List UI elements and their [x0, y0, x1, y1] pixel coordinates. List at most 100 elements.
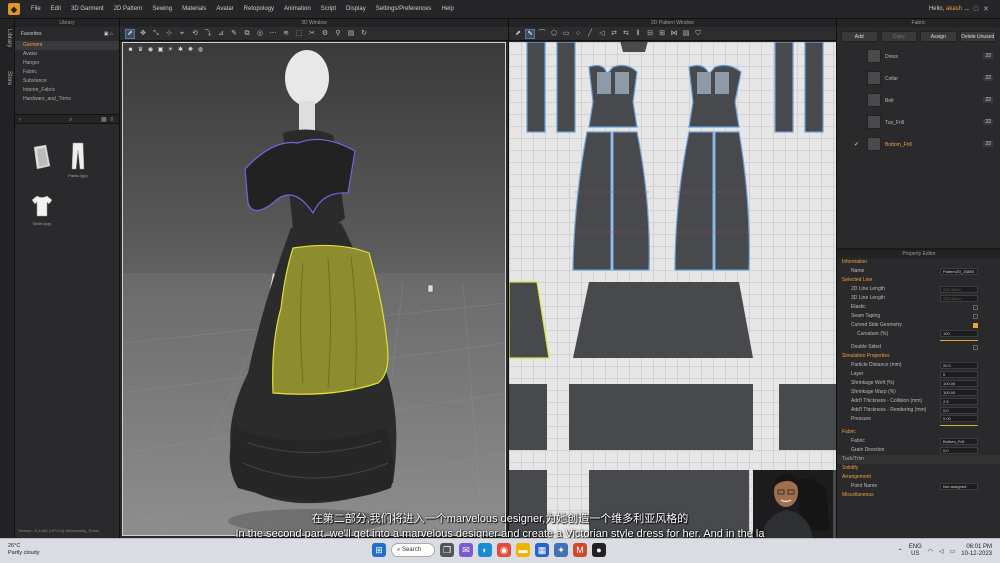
library-item-fabric[interactable]: Fabric	[15, 68, 119, 77]
move-icon[interactable]: ✥	[139, 30, 147, 38]
edge-browser-icon[interactable]: ◐	[478, 543, 492, 557]
folder-add-icon[interactable]: ▣ ⌂	[104, 31, 113, 37]
section-solidify[interactable]: Solidify	[837, 464, 1000, 473]
internal-line-icon[interactable]: ╱	[586, 30, 594, 38]
library-thumb-pants[interactable]: Pants (Ipp)	[63, 142, 93, 178]
library-thumb-tshirt[interactable]: Tshirt (Ipp)	[27, 194, 57, 226]
menu-sewing[interactable]: Sewing	[152, 6, 172, 12]
menu-file[interactable]: File	[31, 6, 41, 12]
pressure-field[interactable]: 0.00	[940, 415, 978, 422]
trim-icon[interactable]: ✂	[308, 30, 316, 38]
graphic-icon[interactable]: ⬚	[295, 30, 303, 38]
binding-icon[interactable]: ⋈	[670, 30, 678, 38]
menu-retopology[interactable]: Retopology	[244, 6, 274, 12]
library-item-hanger[interactable]: Hanger	[15, 59, 119, 68]
particle-field[interactable]: 20.0	[940, 362, 978, 369]
light-icon[interactable]: ☀	[167, 47, 174, 54]
fabric-item[interactable]: Dress 22	[840, 46, 997, 67]
render-icon[interactable]: ◍	[197, 47, 204, 54]
garment-visibility-icon[interactable]: ♛	[137, 47, 144, 54]
search-icon[interactable]: ⌕	[69, 117, 75, 123]
clock[interactable]: 06:01 PM 10-12-2023	[961, 544, 992, 558]
fabric-item[interactable]: Tux_Frill 22	[840, 112, 997, 133]
section-miscellaneous[interactable]: Miscellaneous	[837, 491, 1000, 500]
fabric-item[interactable]: Collar 22	[840, 68, 997, 89]
library-item-substance[interactable]: Substance	[15, 77, 119, 86]
avatar-visibility-icon[interactable]: ☻	[127, 47, 134, 54]
section-simulation[interactable]: Simulation Properties	[837, 352, 1000, 361]
shrink-weft-field[interactable]: 100.00	[940, 380, 978, 387]
texture-toggle-icon[interactable]: ▣	[157, 47, 164, 54]
library-item-hardware[interactable]: Hardware_and_Trims	[15, 95, 119, 104]
thickness-rendering-field[interactable]: 0.0	[940, 407, 978, 414]
measure-icon[interactable]: ⊿	[217, 30, 225, 38]
dart-icon[interactable]: ◁	[598, 30, 606, 38]
simulation-icon[interactable]: ↻	[360, 30, 368, 38]
menu-animation[interactable]: Animation	[284, 6, 311, 12]
grain-field[interactable]: 0.0	[940, 447, 978, 454]
segment-sewing-icon[interactable]: ⇄	[610, 30, 618, 38]
double-sided-checkbox[interactable]	[973, 345, 978, 350]
pin-icon[interactable]: ⌖	[178, 30, 186, 38]
layer-field[interactable]: 0	[940, 371, 978, 378]
circle-icon[interactable]: ○	[574, 30, 582, 38]
sun-icon[interactable]: ✺	[187, 47, 194, 54]
point-name-select[interactable]: Not assigned	[940, 483, 978, 490]
shirt-pattern-icon[interactable]: ⛉	[694, 30, 702, 38]
hardware-icon[interactable]: ⚙	[321, 30, 329, 38]
edit-curvature-icon[interactable]: ⌒	[538, 30, 546, 38]
seam-taping-checkbox[interactable]	[973, 314, 978, 319]
polygon-icon[interactable]: ⬠	[550, 30, 558, 38]
menu-3d-garment[interactable]: 3D Garment	[71, 6, 104, 12]
line-2d-field[interactable]: 235.32cm	[940, 286, 978, 293]
menu-script[interactable]: Script	[321, 6, 336, 12]
menu-2d-pattern[interactable]: 2D Pattern	[114, 6, 143, 12]
curvature-slider[interactable]	[940, 340, 978, 341]
library-thumb-folder[interactable]	[27, 144, 57, 173]
library-item-avatar[interactable]: Avatar	[15, 50, 119, 59]
sew-icon[interactable]: ⤵	[204, 30, 212, 38]
2d-viewport[interactable]	[509, 42, 837, 538]
seam-allowance-icon[interactable]: ⊞	[658, 30, 666, 38]
menu-help[interactable]: Help	[441, 6, 453, 12]
back-arrow-icon[interactable]: ‹	[19, 117, 25, 123]
pleat-icon[interactable]: ⫴	[634, 30, 642, 38]
menu-edit[interactable]: Edit	[51, 6, 61, 12]
menu-display[interactable]: Display	[346, 6, 366, 12]
list-view-icon[interactable]: ≡	[110, 117, 116, 123]
menu-materials[interactable]: Materials	[182, 6, 206, 12]
rectangle-icon[interactable]: ▭	[562, 30, 570, 38]
fold-icon[interactable]: ⟲	[191, 30, 199, 38]
button-icon[interactable]: ◎	[256, 30, 264, 38]
delete-unused-button[interactable]: Delete Unused	[959, 31, 996, 42]
brush-icon[interactable]: ✎	[230, 30, 238, 38]
thickness-collision-field[interactable]: 2.5	[940, 398, 978, 405]
3d-viewport[interactable]: ☻ ♛ ◉ ▣ ☀ ✱ ✺ ◍	[122, 42, 506, 536]
section-tuck-trim[interactable]: Tuck/Trim	[837, 455, 1000, 464]
fabric-select[interactable]: Bottom_Frill	[940, 438, 978, 445]
tab-store[interactable]: Store	[6, 71, 12, 85]
line-3d-field[interactable]: 235.32cm	[940, 295, 978, 302]
fold-arrangement-icon[interactable]: ⊟	[646, 30, 654, 38]
speaker-icon[interactable]: ◁	[939, 548, 944, 555]
zipper-icon[interactable]: ⧉	[243, 30, 251, 38]
marvelous-designer-icon[interactable]: M	[573, 543, 587, 557]
free-sewing-icon[interactable]: ⇆	[622, 30, 630, 38]
camera-icon[interactable]: ◉	[147, 47, 154, 54]
fabric-item[interactable]: Belt 22	[840, 90, 997, 111]
fabric-item-selected[interactable]: ✔ Bottom_Frill 22	[840, 134, 997, 155]
pressure-slider[interactable]	[940, 425, 978, 426]
copy-fabric-button[interactable]: Copy	[880, 31, 917, 42]
library-item-interior-fabric[interactable]: Interior_Fabric	[15, 86, 119, 95]
section-information[interactable]: Information	[837, 258, 1000, 267]
avatar-measure-icon[interactable]: ⚲	[334, 30, 342, 38]
curved-fold-checkbox[interactable]	[973, 323, 978, 328]
menu-avatar[interactable]: Avatar	[216, 6, 233, 12]
add-fabric-button[interactable]: Add	[841, 31, 878, 42]
library-item-garment[interactable]: Garment	[15, 41, 119, 50]
edit-pattern-icon[interactable]: ⬉	[525, 28, 535, 39]
section-fabric[interactable]: Fabric	[837, 428, 1000, 437]
topstitch-icon[interactable]: ⋯	[269, 30, 277, 38]
texture-edit-icon[interactable]: ▤	[682, 30, 690, 38]
menu-settings[interactable]: Settings/Preferences	[376, 6, 432, 12]
